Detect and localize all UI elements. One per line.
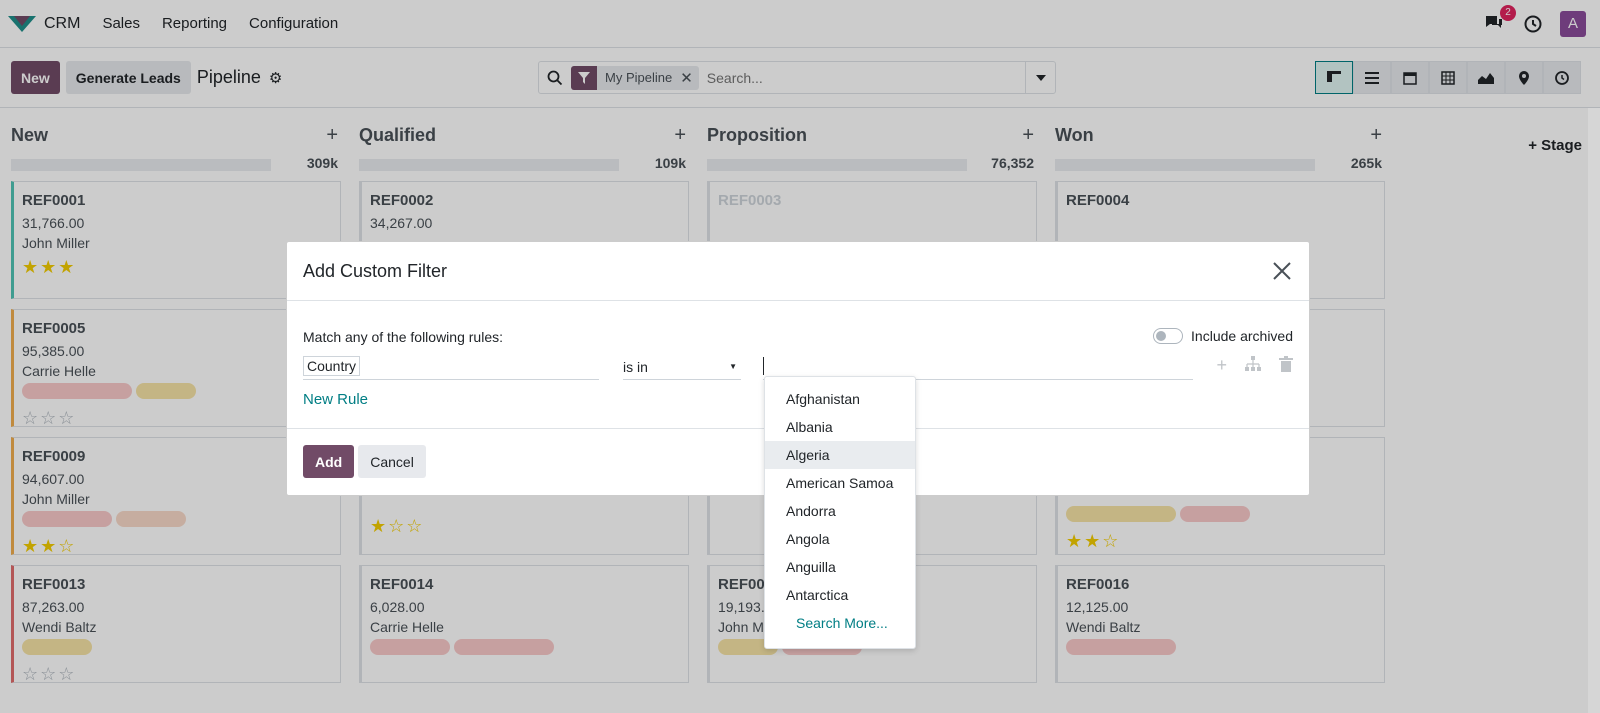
page-scrollbar[interactable] [1588, 108, 1600, 713]
rule-actions: + [1216, 356, 1293, 374]
modal-header: Add Custom Filter [287, 242, 1309, 301]
dropdown-item[interactable]: Andorra [765, 497, 915, 525]
field-selector[interactable]: Country [303, 354, 599, 380]
toggle-switch[interactable] [1153, 328, 1184, 344]
caret-down-icon: ▼ [729, 362, 737, 371]
operator-value: is in [623, 358, 648, 375]
dropdown-item[interactable]: Anguilla [765, 553, 915, 581]
operator-select[interactable]: is in ▼ [623, 354, 741, 380]
trash-icon[interactable] [1279, 356, 1293, 372]
cancel-button[interactable]: Cancel [358, 445, 426, 478]
field-chip[interactable]: Country [303, 356, 361, 376]
search-more-link[interactable]: Search More... [765, 609, 915, 637]
new-rule-link[interactable]: New Rule [303, 391, 368, 408]
add-rule-icon[interactable]: + [1216, 356, 1227, 374]
hierarchy-icon[interactable] [1245, 356, 1261, 372]
close-icon[interactable] [1271, 260, 1293, 282]
text-cursor [763, 357, 764, 375]
dropdown-item[interactable]: Angola [765, 525, 915, 553]
dropdown-item[interactable]: Antarctica [765, 581, 915, 609]
dropdown-item[interactable]: Albania [765, 413, 915, 441]
dropdown-item[interactable]: American Samoa [765, 469, 915, 497]
include-archived-label: Include archived [1191, 328, 1293, 344]
country-autocomplete-dropdown: Afghanistan Albania Algeria American Sam… [764, 376, 916, 649]
dropdown-item[interactable]: Afghanistan [765, 385, 915, 413]
add-button[interactable]: Add [303, 445, 355, 478]
include-archived-toggle[interactable]: Include archived [1153, 328, 1293, 344]
match-rules-text: Match any of the following rules: [303, 329, 503, 345]
modal-title: Add Custom Filter [303, 260, 448, 281]
dropdown-item[interactable]: Algeria [765, 441, 915, 469]
